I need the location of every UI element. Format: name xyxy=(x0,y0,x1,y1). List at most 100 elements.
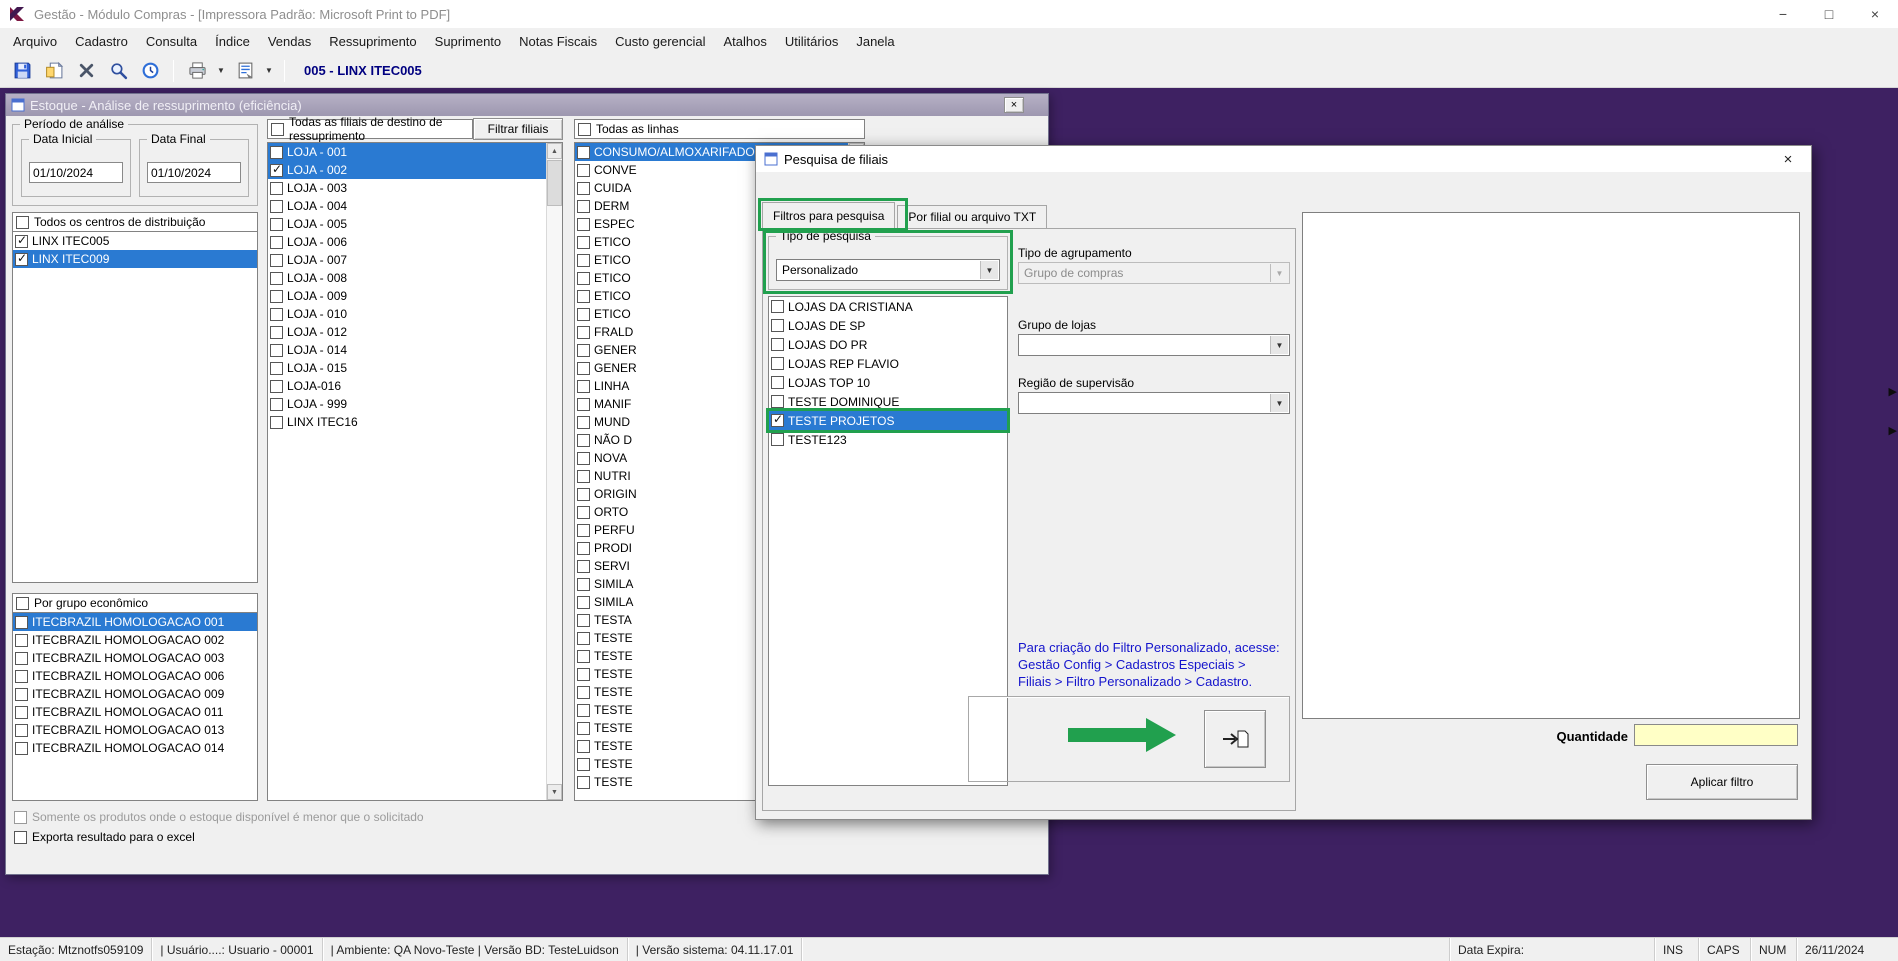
filtro-list-item[interactable]: LOJAS REP FLAVIO xyxy=(769,354,1007,373)
item-checkbox[interactable] xyxy=(15,651,28,665)
filial-list-item[interactable]: LOJA-016 xyxy=(268,377,546,395)
item-checkbox[interactable] xyxy=(577,145,590,159)
item-checkbox[interactable] xyxy=(577,541,590,555)
data-final-input[interactable] xyxy=(147,162,241,183)
filial-list-item[interactable]: LOJA - 009 xyxy=(268,287,546,305)
item-checkbox[interactable] xyxy=(270,162,283,177)
filtrar-filiais-button[interactable]: Filtrar filiais xyxy=(473,118,563,140)
filtro-list-item[interactable]: LOJAS DO PR xyxy=(769,335,1007,354)
item-checkbox[interactable] xyxy=(577,649,590,663)
item-checkbox[interactable] xyxy=(270,253,283,267)
item-checkbox[interactable] xyxy=(15,705,28,719)
menu-item[interactable]: Ressuprimento xyxy=(320,28,425,54)
grupo-list-item[interactable]: ITECBRAZIL HOMOLOGACAO 001 xyxy=(13,613,257,631)
scroll-thumb[interactable] xyxy=(547,160,562,206)
item-checkbox[interactable] xyxy=(15,687,28,701)
filial-list-item[interactable]: LOJA - 010 xyxy=(268,305,546,323)
filial-list-item[interactable]: LINX ITEC16 xyxy=(268,413,546,431)
item-checkbox[interactable] xyxy=(577,667,590,681)
item-checkbox[interactable] xyxy=(577,595,590,609)
item-checkbox[interactable] xyxy=(577,523,590,537)
menu-item[interactable]: Utilitários xyxy=(776,28,847,54)
grupo-list-item[interactable]: ITECBRAZIL HOMOLOGACAO 011 xyxy=(13,703,257,721)
centros-header[interactable]: Todos os centros de distribuição xyxy=(12,212,258,232)
item-checkbox[interactable] xyxy=(270,145,283,159)
item-checkbox[interactable] xyxy=(771,412,784,427)
exporta-excel-checkbox-row[interactable]: Exporta resultado para o excel xyxy=(14,830,195,844)
item-checkbox[interactable] xyxy=(577,451,590,465)
grupo-list-item[interactable]: ITECBRAZIL HOMOLOGACAO 009 xyxy=(13,685,257,703)
item-checkbox[interactable] xyxy=(577,487,590,501)
item-checkbox[interactable] xyxy=(577,379,590,393)
filiais-header-checkbox[interactable] xyxy=(271,122,284,136)
item-checkbox[interactable] xyxy=(577,343,590,357)
regiao-supervisao-combobox[interactable] xyxy=(1018,392,1290,414)
report-button[interactable] xyxy=(231,58,259,84)
item-checkbox[interactable] xyxy=(577,271,590,285)
menu-item[interactable]: Atalhos xyxy=(715,28,776,54)
filial-list-item[interactable]: LOJA - 006 xyxy=(268,233,546,251)
clock-button[interactable] xyxy=(136,58,164,84)
item-checkbox[interactable] xyxy=(577,775,590,789)
tipo-pesquisa-combobox[interactable]: Personalizado xyxy=(776,259,1000,281)
item-checkbox[interactable] xyxy=(577,253,590,267)
filial-list-item[interactable]: LOJA - 999 xyxy=(268,395,546,413)
filial-list-item[interactable]: LOJA - 015 xyxy=(268,359,546,377)
filtro-list-item[interactable]: LOJAS TOP 10 xyxy=(769,373,1007,392)
item-checkbox[interactable] xyxy=(270,415,283,429)
item-checkbox[interactable] xyxy=(577,685,590,699)
centros-header-checkbox[interactable] xyxy=(16,215,29,229)
menu-item[interactable]: Índice xyxy=(206,28,259,54)
item-checkbox[interactable] xyxy=(577,235,590,249)
data-inicial-input[interactable] xyxy=(29,162,123,183)
grupo-list-item[interactable]: ITECBRAZIL HOMOLOGACAO 002 xyxy=(13,631,257,649)
scroll-down-icon[interactable]: ▼ xyxy=(547,784,562,800)
item-checkbox[interactable] xyxy=(270,271,283,285)
item-checkbox[interactable] xyxy=(577,739,590,753)
filtro-list-item[interactable]: TESTE DOMINIQUE xyxy=(769,392,1007,411)
item-checkbox[interactable] xyxy=(771,319,784,332)
grupo-lojas-combobox[interactable] xyxy=(1018,334,1290,356)
item-checkbox[interactable] xyxy=(577,469,590,483)
item-checkbox[interactable] xyxy=(270,325,283,339)
item-checkbox[interactable] xyxy=(270,343,283,357)
item-checkbox[interactable] xyxy=(15,723,28,737)
menu-item[interactable]: Suprimento xyxy=(426,28,510,54)
item-checkbox[interactable] xyxy=(270,361,283,375)
analysis-dialog-close-button[interactable]: × xyxy=(1004,97,1024,113)
grupo-list-item[interactable]: ITECBRAZIL HOMOLOGACAO 006 xyxy=(13,667,257,685)
item-checkbox[interactable] xyxy=(270,181,283,195)
filtro-list-item[interactable]: TESTE PROJETOS xyxy=(769,411,1007,430)
pesquisa-tab[interactable]: Por filial ou arquivo TXT xyxy=(897,205,1048,228)
filial-list-item[interactable]: LOJA - 008 xyxy=(268,269,546,287)
filial-list-item[interactable]: LOJA - 012 xyxy=(268,323,546,341)
filial-list-item[interactable]: LOJA - 002 xyxy=(268,161,546,179)
transfer-button[interactable] xyxy=(1204,710,1266,768)
item-checkbox[interactable] xyxy=(577,721,590,735)
item-checkbox[interactable] xyxy=(577,361,590,375)
item-checkbox[interactable] xyxy=(270,289,283,303)
item-checkbox[interactable] xyxy=(270,397,283,411)
grupo-header-checkbox[interactable] xyxy=(16,596,29,610)
new-document-button[interactable] xyxy=(40,58,68,84)
item-checkbox[interactable] xyxy=(577,325,590,339)
item-checkbox[interactable] xyxy=(270,235,283,249)
menu-item[interactable]: Arquivo xyxy=(4,28,66,54)
item-checkbox[interactable] xyxy=(771,376,784,389)
centro-list-item[interactable]: LINX ITEC009 xyxy=(13,250,257,268)
item-checkbox[interactable] xyxy=(577,631,590,645)
item-checkbox[interactable] xyxy=(577,433,590,447)
linhas-header[interactable]: Todas as linhas xyxy=(574,119,865,139)
item-checkbox[interactable] xyxy=(771,395,784,408)
item-checkbox[interactable] xyxy=(577,577,590,591)
menu-item[interactable]: Vendas xyxy=(259,28,320,54)
close-button[interactable]: × xyxy=(1852,0,1898,28)
item-checkbox[interactable] xyxy=(270,307,283,321)
grupo-economico-header[interactable]: Por grupo econômico xyxy=(12,593,258,613)
report-dropdown-arrow[interactable]: ▼ xyxy=(263,66,275,75)
centro-list-item[interactable]: LINX ITEC005 xyxy=(13,232,257,250)
item-checkbox[interactable] xyxy=(15,741,28,755)
filiais-scrollbar[interactable]: ▲ ▼ xyxy=(546,143,562,800)
item-checkbox[interactable] xyxy=(577,289,590,303)
item-checkbox[interactable] xyxy=(577,307,590,321)
